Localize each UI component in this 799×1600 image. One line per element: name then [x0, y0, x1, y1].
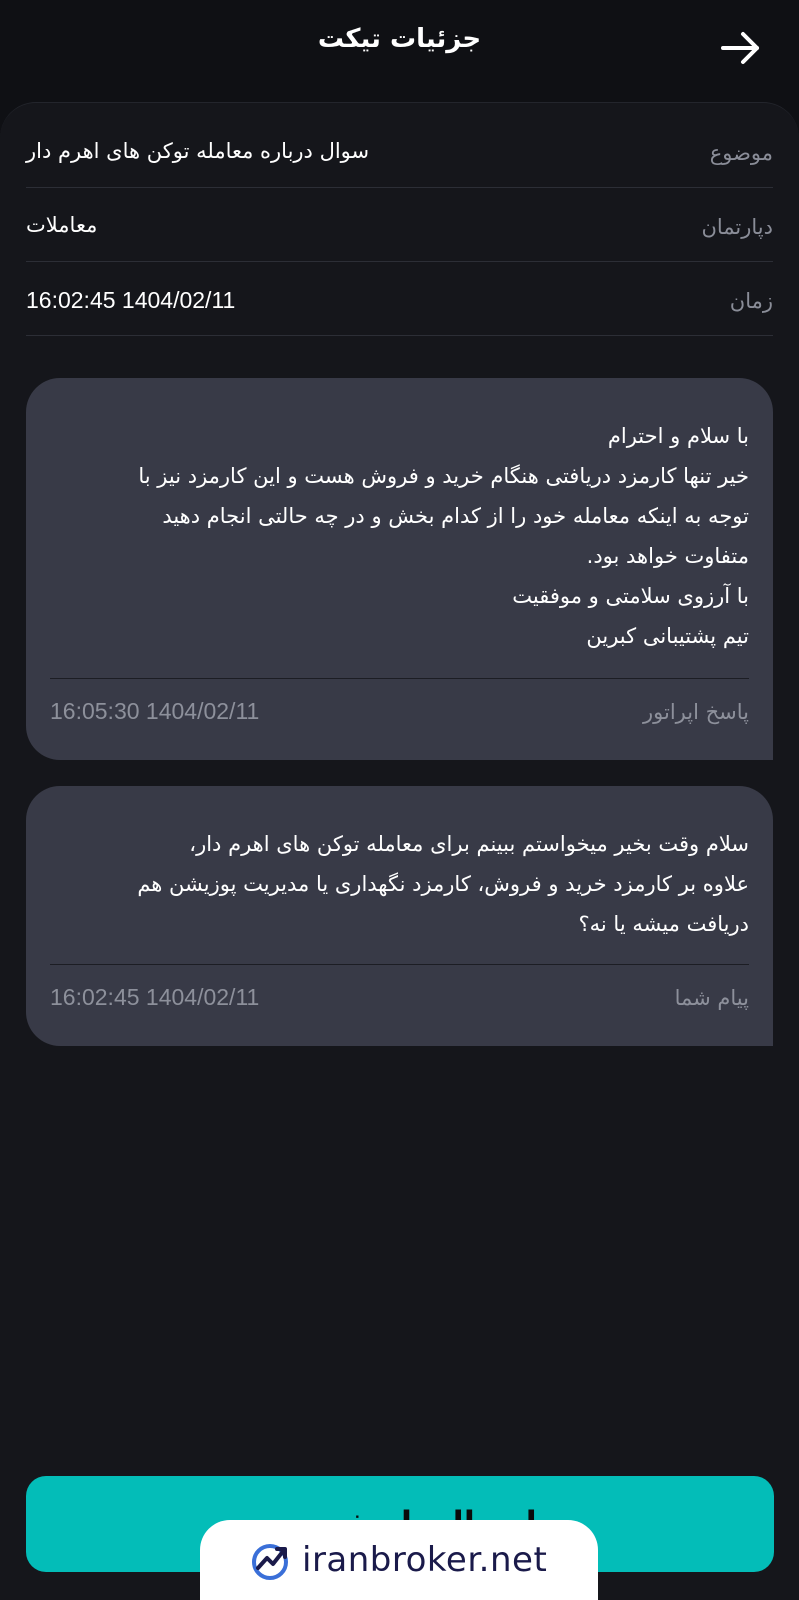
operator-message: با سلام و احترام خیر تنها کارمزد دریافتی…: [26, 378, 773, 760]
back-button[interactable]: [719, 28, 763, 68]
message-sender: پاسخ اپراتور: [642, 700, 749, 724]
message-line: خیر تنها کارمزد دریافتی هنگام خرید و فرو…: [138, 464, 749, 488]
page-title: جزئیات تیکت: [317, 24, 482, 54]
message-line: متفاوت خواهد بود.: [586, 544, 749, 568]
message-sender: پیام شما: [674, 986, 749, 1010]
department-row: دپارتمان معاملات: [26, 187, 773, 262]
message-body: با سلام و احترام خیر تنها کارمزد دریافتی…: [50, 416, 749, 656]
message-line: دریافت میشه یا نه؟: [578, 912, 750, 936]
department-label: دپارتمان: [701, 215, 773, 239]
watermark-text: iranbroker.net: [302, 1540, 548, 1580]
message-body: سلام وقت بخیر میخواستم ببینم برای معامله…: [50, 824, 749, 944]
message-divider: [50, 678, 749, 679]
time-label: زمان: [729, 289, 773, 313]
message-line: علاوه بر کارمزد خرید و فروش، کارمزد نگهد…: [137, 872, 749, 896]
time-row: زمان 16:02:45 1404/02/11: [26, 261, 773, 336]
department-value: معاملات: [26, 213, 98, 237]
time-value: 16:02:45 1404/02/11: [26, 287, 236, 313]
message-divider: [50, 964, 749, 965]
subject-label: موضوع: [709, 141, 773, 165]
subject-row: موضوع سوال درباره معامله توکن های اهرم د…: [26, 113, 773, 188]
message-line: سلام وقت بخیر میخواستم ببینم برای معامله…: [189, 832, 749, 856]
message-line: توجه به اینکه معامله خود را از کدام بخش …: [162, 504, 749, 528]
message-line: با آرزوی سلامتی و موفقیت: [512, 584, 749, 608]
header: جزئیات تیکت: [0, 0, 799, 90]
message-line: با سلام و احترام: [607, 424, 749, 448]
arrow-right-icon: [721, 32, 759, 64]
subject-value: سوال درباره معامله توکن های اهرم دار: [26, 139, 370, 163]
ticket-details-screen: جزئیات تیکت موضوع سوال درباره معامله توک…: [0, 0, 799, 1600]
message-time: 16:05:30 1404/02/11: [50, 698, 260, 724]
message-time: 16:02:45 1404/02/11: [50, 984, 260, 1010]
user-message: سلام وقت بخیر میخواستم ببینم برای معامله…: [26, 786, 773, 1046]
message-line: تیم پشتیبانی کبرین: [586, 624, 749, 648]
trend-up-logo-icon: [252, 1544, 288, 1580]
watermark-badge: iranbroker.net: [200, 1520, 598, 1600]
